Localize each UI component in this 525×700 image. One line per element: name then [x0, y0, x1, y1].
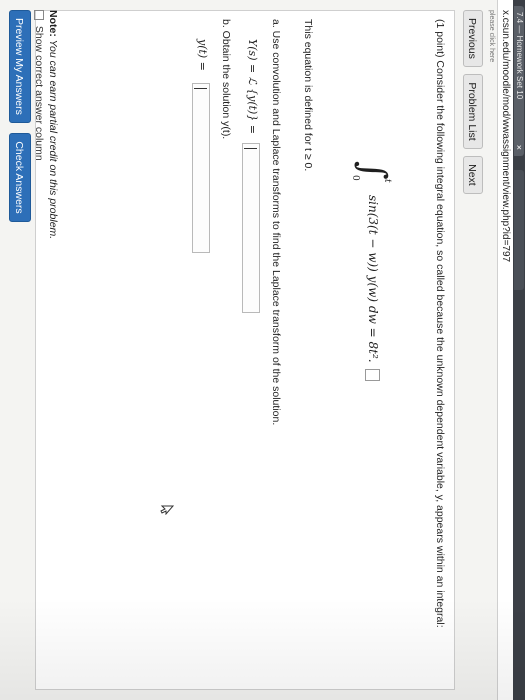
check-answers-button[interactable]: Check Answers [9, 133, 31, 222]
equation-answer-box[interactable] [365, 369, 380, 382]
show-correct-toggle[interactable]: Show correct answer column [33, 10, 45, 161]
part-a-answer-input[interactable] [242, 143, 260, 313]
show-correct-label: Show correct answer column [33, 25, 45, 161]
browser-tab-bar: 7.4 — Homework Set 10 × [513, 0, 525, 700]
part-a-answer-row: Y(s) = ℒ {y(t)} = [240, 39, 260, 379]
part-a-prompt: a. Use convolution and Laplace transform… [270, 19, 282, 426]
text-caret [194, 88, 207, 89]
tab-title: 7.4 — Homework Set 10 [515, 12, 524, 100]
problem-body: (1 point) Consider the following integra… [35, 10, 455, 690]
previous-button[interactable]: Previous [463, 10, 483, 67]
mouse-pointer-icon [160, 505, 174, 515]
part-b-answer-row: y(t) = [190, 39, 210, 299]
address-bar[interactable]: x.csun.edu/moodle/mod/wwassignment/view.… [497, 0, 513, 700]
text-caret [244, 148, 257, 149]
submit-actions: Preview My Answers Check Answers [9, 10, 31, 228]
upper-limit: t [382, 179, 392, 183]
part-b-prompt: b. Obtain the solution y(t). [220, 19, 232, 140]
problem-list-button[interactable]: Problem List [463, 74, 483, 149]
domain-statement: This equation is defined for t ≥ 0. [302, 19, 314, 172]
integral-equation: ∫ t 0 sin(3(t − w)) y(w) dw = 8t². [342, 161, 394, 501]
rotated-screen: 7.4 — Homework Set 10 × x.csun.edu/moodl… [0, 0, 525, 700]
part-a-label: Y(s) = ℒ {y(t)} = [246, 39, 259, 135]
url-text: x.csun.edu/moodle/mod/wwassignment/view.… [500, 10, 511, 263]
note-label: Note: [47, 10, 59, 37]
problem-nav: Previous Problem List Next [461, 10, 483, 197]
preview-answers-button[interactable]: Preview My Answers [9, 10, 31, 123]
tab-close-icon[interactable]: × [514, 145, 524, 150]
next-button[interactable]: Next [463, 156, 483, 194]
note-text: You can earn partial credit on this prob… [47, 39, 59, 240]
problem-intro: (1 point) Consider the following integra… [434, 19, 446, 628]
browser-tab-secondary[interactable] [514, 170, 524, 290]
lower-limit: 0 [350, 175, 360, 181]
part-b-label: y(t) = [196, 39, 209, 71]
part-b-answer-input[interactable] [192, 83, 210, 253]
partial-credit-note: Note: You can earn partial credit on thi… [47, 10, 59, 239]
breadcrumb[interactable]: please click here [488, 10, 495, 62]
browser-tab[interactable]: 7.4 — Homework Set 10 × [514, 6, 524, 156]
integrand-text: sin(3(t − w)) y(w) dw = 8t². [366, 195, 380, 363]
show-correct-checkbox[interactable] [33, 10, 44, 20]
integrand: sin(3(t − w)) y(w) dw = 8t². [365, 195, 380, 382]
